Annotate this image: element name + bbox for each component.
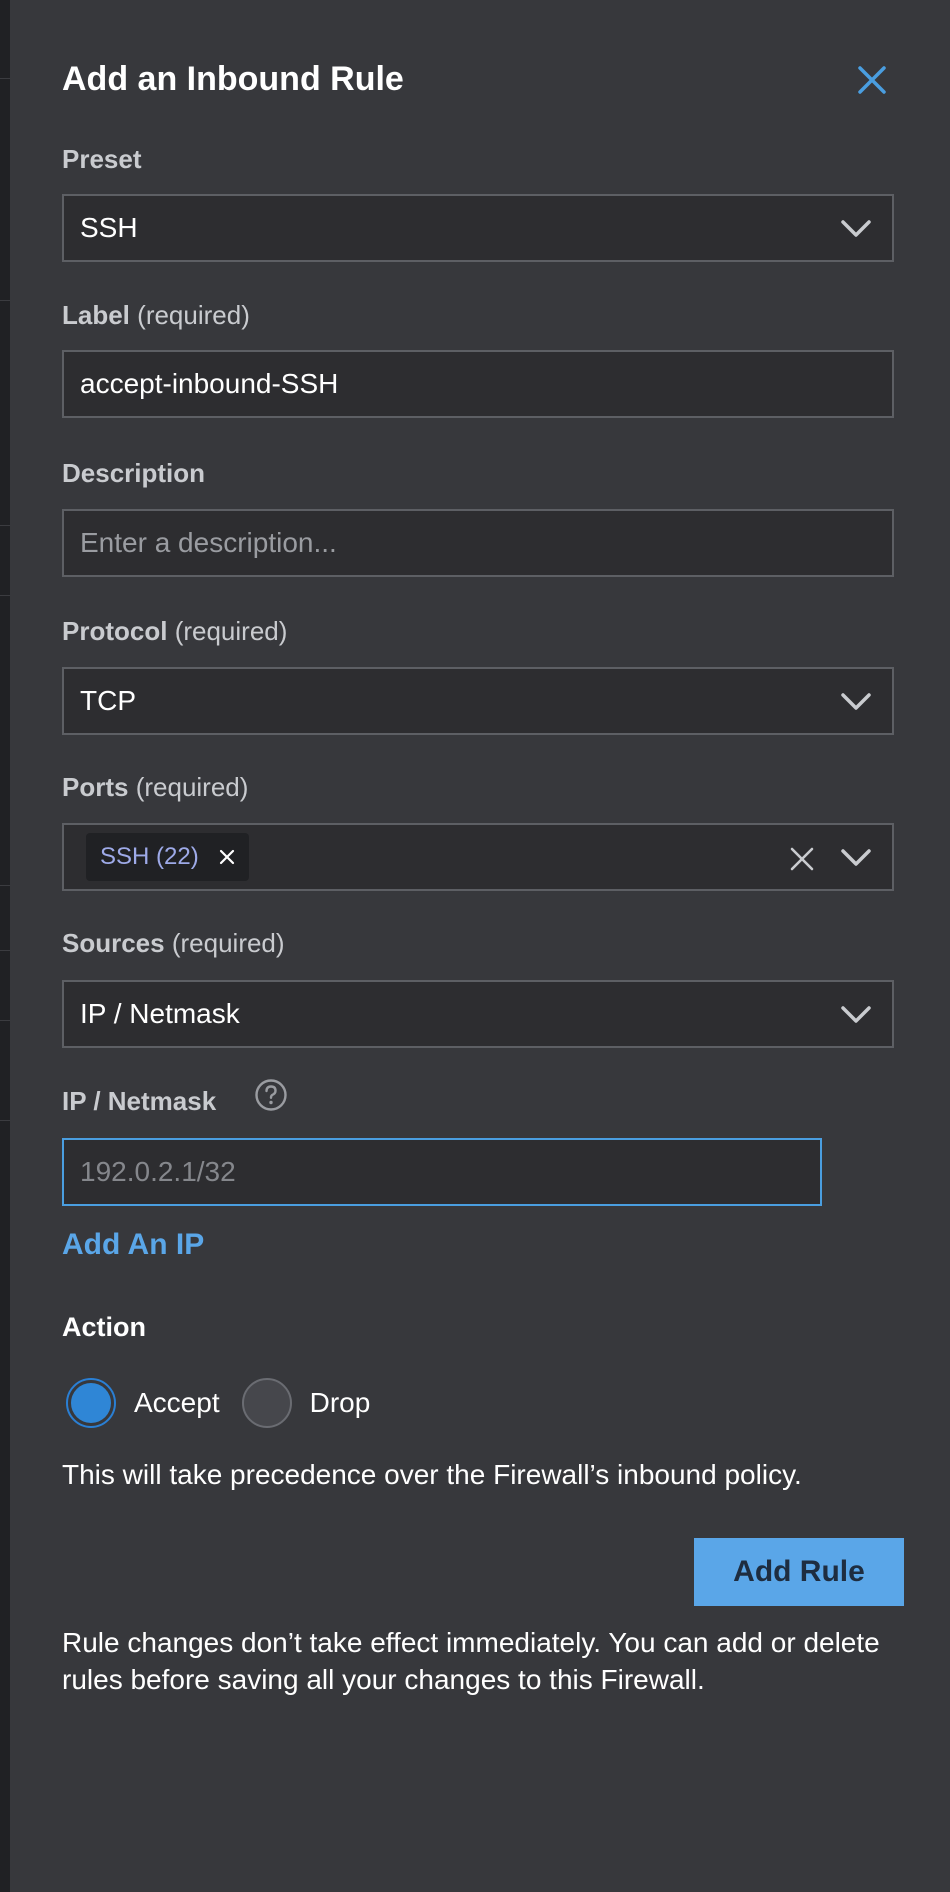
- ip-netmask-input[interactable]: [80, 1156, 804, 1188]
- action-radio-group: Accept Drop: [66, 1378, 392, 1428]
- ip-netmask-label-text: IP / Netmask: [62, 1086, 217, 1116]
- label-input[interactable]: [80, 368, 876, 400]
- protocol-label-text: Protocol: [62, 616, 168, 646]
- close-icon[interactable]: [852, 60, 892, 100]
- preset-value: SSH: [80, 212, 138, 243]
- label-field-label: Label (required): [62, 300, 250, 331]
- sources-label: Sources (required): [62, 928, 285, 959]
- chevron-down-icon[interactable]: [840, 1004, 872, 1026]
- drop-radio-label[interactable]: Drop: [310, 1387, 371, 1419]
- protocol-select[interactable]: TCP: [62, 667, 894, 735]
- port-chip-ssh: SSH (22): [86, 833, 249, 881]
- backdrop-divider: [0, 78, 10, 79]
- remove-chip-icon[interactable]: [219, 849, 235, 865]
- description-label: Description: [62, 458, 205, 489]
- chevron-down-icon[interactable]: [840, 691, 872, 713]
- add-ip-link[interactable]: Add An IP: [62, 1228, 204, 1262]
- backdrop-divider: [0, 595, 10, 596]
- ports-label: Ports (required): [62, 772, 248, 803]
- accept-radio-label[interactable]: Accept: [134, 1387, 220, 1419]
- description-input[interactable]: [80, 527, 876, 559]
- sources-select[interactable]: IP / Netmask: [62, 980, 894, 1048]
- action-note: This will take precedence over the Firew…: [62, 1459, 802, 1490]
- add-rule-button[interactable]: Add Rule: [694, 1538, 904, 1606]
- sources-label-text: Sources: [62, 928, 165, 958]
- protocol-label: Protocol (required): [62, 616, 287, 647]
- sources-value: IP / Netmask: [80, 998, 240, 1029]
- ports-multiselect[interactable]: SSH (22): [62, 823, 894, 891]
- required-hint: (required): [174, 616, 288, 646]
- drawer-title: Add an Inbound Rule: [62, 60, 404, 98]
- ip-netmask-label: IP / Netmask: [62, 1086, 216, 1117]
- backdrop-divider: [0, 1120, 10, 1121]
- label-field-label-text: Label: [62, 300, 130, 330]
- clear-icon[interactable]: [790, 847, 814, 871]
- radio-dot: [71, 1383, 111, 1423]
- required-hint: (required): [135, 772, 249, 802]
- backdrop-divider: [0, 885, 10, 886]
- backdrop-divider: [0, 300, 10, 301]
- preset-select[interactable]: SSH: [62, 194, 894, 262]
- chevron-down-icon[interactable]: [840, 218, 872, 240]
- ports-label-text: Ports: [62, 772, 129, 802]
- accept-radio[interactable]: [66, 1378, 116, 1428]
- ip-netmask-field[interactable]: [62, 1138, 822, 1206]
- page-backdrop: [0, 0, 10, 1892]
- footer-note: Rule changes don’t take effect immediate…: [62, 1627, 880, 1695]
- required-hint: (required): [137, 300, 250, 330]
- description-label-text: Description: [62, 458, 206, 488]
- description-field[interactable]: [62, 509, 894, 577]
- preset-label-text: Preset: [62, 144, 142, 174]
- required-hint: (required): [171, 928, 285, 958]
- action-label: Action: [62, 1312, 146, 1342]
- drop-radio[interactable]: [241, 1378, 292, 1428]
- preset-label: Preset: [62, 144, 142, 175]
- help-icon[interactable]: [254, 1078, 288, 1112]
- protocol-value: TCP: [80, 685, 136, 716]
- label-field[interactable]: [62, 350, 894, 418]
- backdrop-divider: [0, 1020, 10, 1021]
- backdrop-divider: [0, 950, 10, 951]
- chevron-down-icon[interactable]: [840, 847, 872, 869]
- port-chip-label: SSH (22): [100, 843, 199, 870]
- backdrop-divider: [0, 525, 10, 526]
